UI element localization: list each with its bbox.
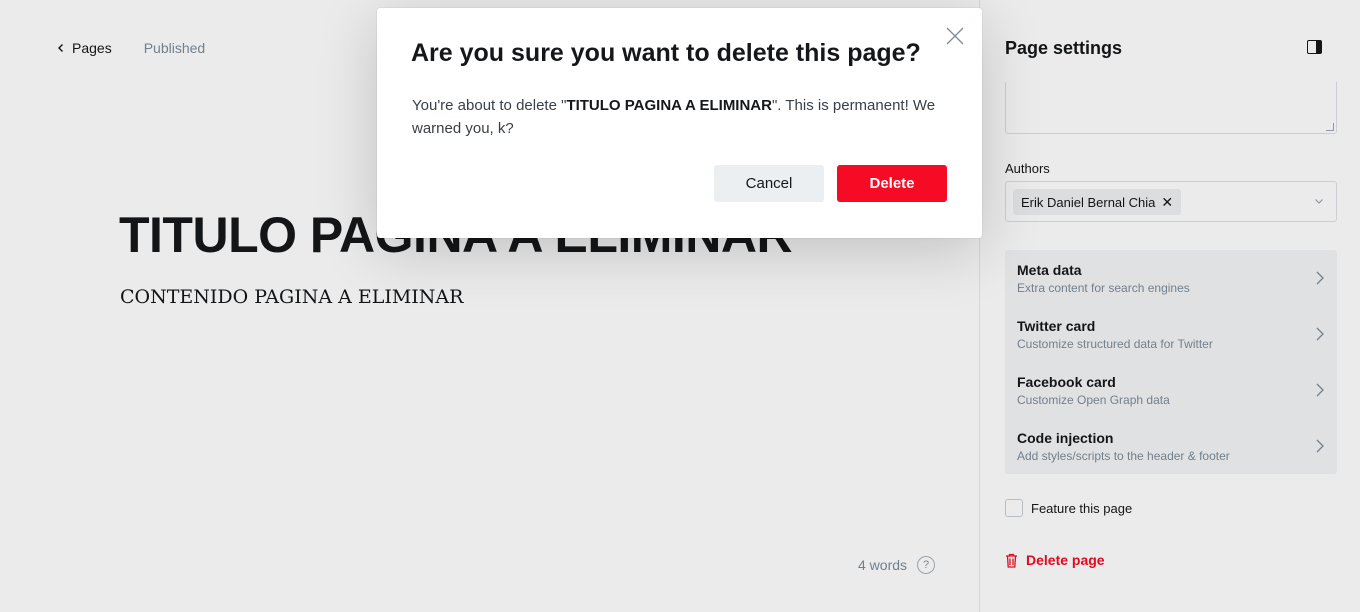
modal-page-name: TITULO PAGINA A ELIMINAR xyxy=(566,97,772,114)
modal-text-before: You're about to delete " xyxy=(412,97,567,114)
modal-title: Are you sure you want to delete this pag… xyxy=(411,39,921,67)
confirm-delete-button[interactable]: Delete xyxy=(837,165,947,202)
cancel-button[interactable]: Cancel xyxy=(714,165,824,202)
close-icon[interactable] xyxy=(945,26,965,46)
delete-confirmation-modal: Are you sure you want to delete this pag… xyxy=(377,8,982,238)
modal-message: You're about to delete "TITULO PAGINA A … xyxy=(412,94,952,140)
